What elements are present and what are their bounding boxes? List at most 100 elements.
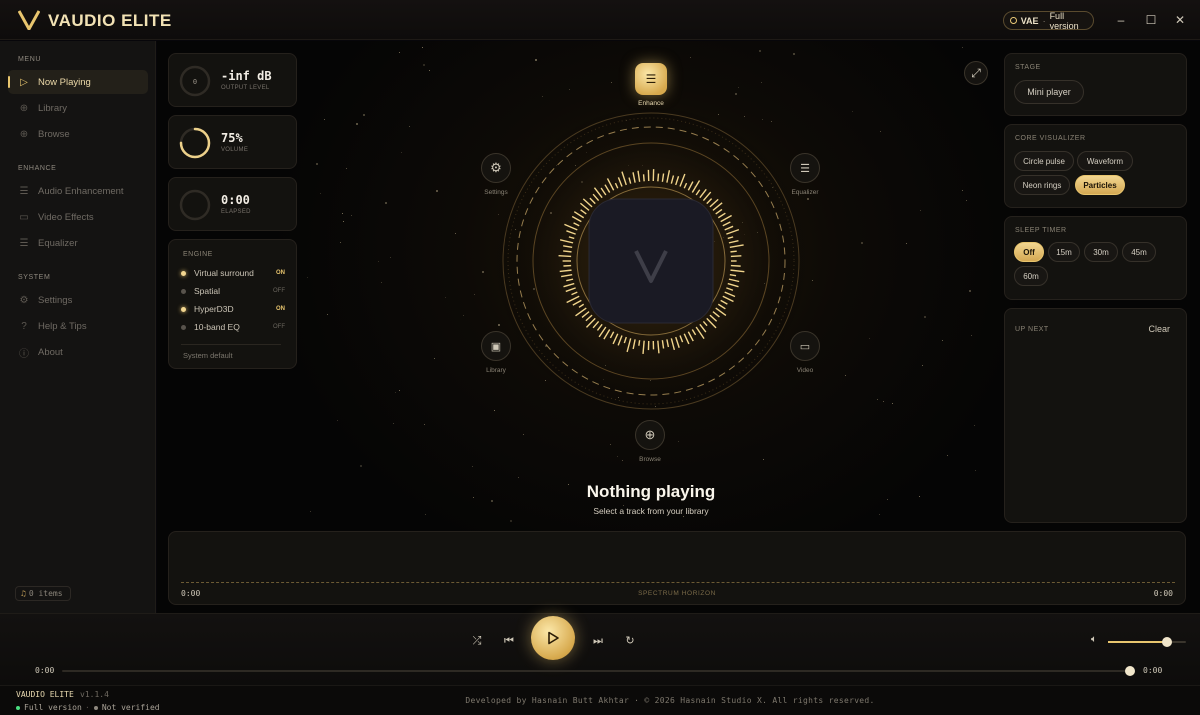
play-icon <box>548 631 559 645</box>
previous-button[interactable]: ⏮ <box>501 633 517 649</box>
elapsed-gauge <box>179 189 211 221</box>
license-badge[interactable]: VAE · Full version <box>1003 11 1094 31</box>
star <box>878 513 880 515</box>
elapsed-card: 0:00 ELAPSED <box>168 177 297 231</box>
question-icon: ? <box>21 320 27 332</box>
star <box>336 420 338 422</box>
sidebar-item-video-effects[interactable]: ▭ Video Effects <box>8 205 148 229</box>
engine-row-label: Spatial <box>194 286 220 296</box>
fullscreen-button[interactable]: ⤢ <box>964 61 988 85</box>
star <box>424 424 426 426</box>
star <box>472 496 474 498</box>
star <box>760 82 762 84</box>
engine-row-label: 10-band EQ <box>194 322 240 332</box>
sidebar-item-now-playing[interactable]: ▷ Now Playing <box>8 70 148 94</box>
core-visualizer-panel: CORE VISUALIZER Circle pulse Waveform Ne… <box>1004 124 1187 208</box>
spectrum-label: SPECTRUM HORIZON <box>638 590 716 597</box>
status-dot <box>181 288 186 294</box>
visualizer-option-particles[interactable]: Particles <box>1075 175 1125 195</box>
star <box>689 57 691 59</box>
spectrum-horizon: 0:00 SPECTRUM HORIZON 0:00 <box>168 531 1186 605</box>
volume-fill <box>1108 641 1167 643</box>
play-button[interactable] <box>531 616 575 660</box>
next-button[interactable]: ⏭ <box>590 633 606 649</box>
volume-handle[interactable] <box>1161 637 1172 647</box>
sidebar-item-label: Equalizer <box>38 237 78 249</box>
sidebar-item-help[interactable]: ? Help & Tips <box>8 314 148 338</box>
engine-row-hyperd3d[interactable]: HyperD3D ON <box>181 302 285 316</box>
star <box>342 213 344 215</box>
star <box>541 95 543 97</box>
star <box>424 514 426 516</box>
visualizer-tick <box>730 250 737 253</box>
star <box>973 425 975 427</box>
star <box>481 271 484 274</box>
license-dot: · <box>1042 15 1046 26</box>
seek-bar[interactable] <box>62 670 1132 672</box>
sidebar-item-label: About <box>38 346 63 358</box>
sidebar-item-audio-enhancement[interactable]: ☰ Audio Enhancement <box>8 179 148 203</box>
sleep-option-off[interactable]: Off <box>1014 242 1044 262</box>
clear-queue-button[interactable]: Clear <box>1148 324 1170 334</box>
orbit-equalizer-button[interactable]: ☰ <box>790 153 820 183</box>
star <box>868 337 870 339</box>
sleep-option-60m[interactable]: 60m <box>1014 266 1048 286</box>
star <box>463 314 465 316</box>
orbit-library-button[interactable]: ▣ <box>481 331 511 361</box>
sliders-icon: ☰ <box>800 162 810 175</box>
orbit-video-button[interactable]: ▭ <box>790 331 820 361</box>
seek-handle[interactable] <box>1125 666 1135 676</box>
star <box>609 444 611 446</box>
visualizer-option-waveform[interactable]: Waveform <box>1077 151 1133 171</box>
engine-row-state: ON <box>276 270 285 276</box>
orbit-video-label: Video <box>796 367 814 374</box>
sleep-option-30m[interactable]: 30m <box>1084 242 1118 262</box>
star <box>323 119 325 121</box>
sleep-option-45m[interactable]: 45m <box>1122 242 1156 262</box>
volume-icon[interactable]: 🔈︎ <box>1091 634 1097 645</box>
shuffle-button[interactable]: ⤮ <box>469 633 485 649</box>
star <box>309 510 311 512</box>
star <box>455 232 457 234</box>
queue-count: 0 items <box>28 589 63 598</box>
star <box>339 241 341 243</box>
sliders-icon: ☰ <box>19 237 29 249</box>
orbit-settings-button[interactable]: ⚙ <box>481 153 511 183</box>
visualizer-option-neon-rings[interactable]: Neon rings <box>1014 175 1070 195</box>
engine-row-virtual-surround[interactable]: Virtual surround ON <box>181 266 285 280</box>
stage-panel: STAGE Mini player <box>1004 53 1187 116</box>
mini-player-button[interactable]: Mini player <box>1014 80 1084 104</box>
output-level-value: -inf dB <box>221 69 272 83</box>
sidebar-item-browse[interactable]: ⊕ Browse <box>8 122 148 146</box>
close-button[interactable]: ✕ <box>1172 12 1188 28</box>
star <box>433 358 435 360</box>
footer-credit: Developed by Hasnain Butt Akhtar · © 202… <box>465 696 875 705</box>
repeat-button[interactable]: ↻ <box>622 633 638 649</box>
minimize-button[interactable]: – <box>1113 12 1129 28</box>
sidebar-item-about[interactable]: ⓘ About <box>8 340 148 364</box>
star <box>327 313 329 315</box>
orbit-enhance-label: Enhance <box>638 100 664 107</box>
license-code: VAE <box>1020 15 1039 26</box>
spectrum-end-time: 0:00 <box>1153 589 1173 598</box>
visualizer-option-circle-pulse[interactable]: Circle pulse <box>1014 151 1074 171</box>
sidebar-item-equalizer[interactable]: ☰ Equalizer <box>8 231 148 255</box>
sidebar-item-library[interactable]: ⊕ Library <box>8 96 148 120</box>
engine-row-spatial[interactable]: Spatial OFF <box>181 284 285 298</box>
orbit-browse-button[interactable]: ⊕ <box>635 420 665 450</box>
star <box>962 46 964 48</box>
visualizer-tick <box>558 255 572 258</box>
maximize-button[interactable]: ☐ <box>1143 12 1159 28</box>
sleep-timer-title: SLEEP TIMER <box>1015 227 1067 234</box>
now-playing-title: Nothing playing <box>586 482 716 501</box>
sidebar-item-settings[interactable]: ⚙ Settings <box>8 288 148 312</box>
queue-count-badge[interactable]: ♫ 0 items <box>15 586 71 601</box>
elapsed-value: 0:00 <box>221 193 250 207</box>
volume-slider[interactable] <box>1108 637 1186 647</box>
star <box>307 277 309 279</box>
orbit-enhance-button[interactable]: ☰ <box>635 63 667 95</box>
globe-icon: ⊕ <box>644 427 656 442</box>
engine-row-10-band-eq[interactable]: 10-band EQ OFF <box>181 320 285 334</box>
sleep-option-15m[interactable]: 15m <box>1048 242 1080 262</box>
globe-icon: ⊕ <box>19 128 29 140</box>
